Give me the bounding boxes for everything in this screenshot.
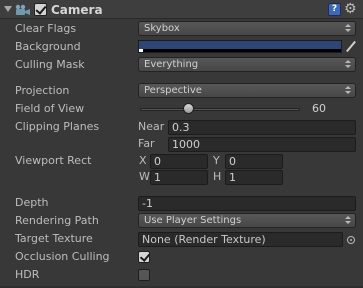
occlusion-culling-checkbox[interactable] (138, 251, 150, 263)
target-texture-field[interactable]: None (Render Texture) (138, 232, 343, 247)
camera-icon (15, 4, 30, 15)
camera-inspector: Camera ? ⚙ Clear Flags Skybox Background… (0, 0, 363, 288)
field-of-view-slider-thumb[interactable] (182, 103, 194, 114)
culling-mask-label: Culling Mask (15, 58, 85, 71)
clipping-planes-label: Clipping Planes (15, 120, 100, 133)
rendering-path-value: Use Player Settings (144, 215, 242, 226)
field-of-view-value[interactable]: 60 (312, 101, 356, 116)
far-label: Far (138, 137, 155, 150)
target-texture-label: Target Texture (15, 232, 93, 245)
dropdown-arrows-icon (345, 60, 351, 69)
hdr-label: HDR (15, 268, 40, 281)
near-field[interactable]: 0.3 (168, 120, 356, 135)
rendering-path-label: Rendering Path (15, 214, 99, 227)
object-picker-icon[interactable] (347, 236, 355, 244)
dropdown-arrows-icon (345, 86, 351, 95)
y-field[interactable]: 0 (225, 154, 283, 169)
x-label: X (139, 154, 147, 167)
x-field[interactable]: 0 (150, 154, 208, 169)
projection-label: Projection (15, 84, 70, 97)
eyedropper-icon[interactable] (345, 40, 357, 53)
clear-flags-label: Clear Flags (15, 22, 77, 35)
field-of-view-slider-track[interactable] (140, 108, 300, 111)
dropdown-arrows-icon (345, 24, 351, 33)
component-enabled-checkbox[interactable] (34, 3, 47, 16)
help-icon[interactable]: ? (328, 3, 341, 16)
background-color-field[interactable] (138, 40, 342, 53)
clear-flags-value: Skybox (144, 23, 180, 34)
rendering-path-dropdown[interactable]: Use Player Settings (138, 213, 356, 228)
w-label: W (139, 170, 150, 183)
hdr-checkbox[interactable] (138, 269, 150, 281)
projection-dropdown[interactable]: Perspective (138, 83, 356, 98)
culling-mask-dropdown[interactable]: Everything (138, 57, 356, 72)
projection-value: Perspective (144, 85, 202, 96)
component-header: Camera ? ⚙ (0, 0, 363, 19)
gear-icon[interactable]: ⚙ (344, 1, 357, 17)
y-label: Y (213, 154, 220, 167)
w-field[interactable]: 1 (150, 170, 208, 185)
component-title: Camera (51, 3, 103, 17)
occlusion-culling-label: Occlusion Culling (15, 250, 110, 263)
h-label: H (213, 170, 222, 183)
near-label: Near (138, 120, 165, 133)
dropdown-arrows-icon (345, 216, 351, 225)
foldout-arrow-icon[interactable] (4, 6, 12, 12)
viewport-rect-label: Viewport Rect (15, 154, 92, 167)
clear-flags-dropdown[interactable]: Skybox (138, 21, 356, 36)
depth-label: Depth (15, 196, 49, 209)
background-label: Background (15, 40, 81, 53)
depth-field[interactable]: -1 (138, 196, 356, 211)
h-field[interactable]: 1 (225, 170, 283, 185)
field-of-view-label: Field of View (15, 102, 85, 115)
far-field[interactable]: 1000 (168, 137, 356, 152)
culling-mask-value: Everything (144, 59, 199, 70)
alpha-bar (139, 49, 341, 52)
